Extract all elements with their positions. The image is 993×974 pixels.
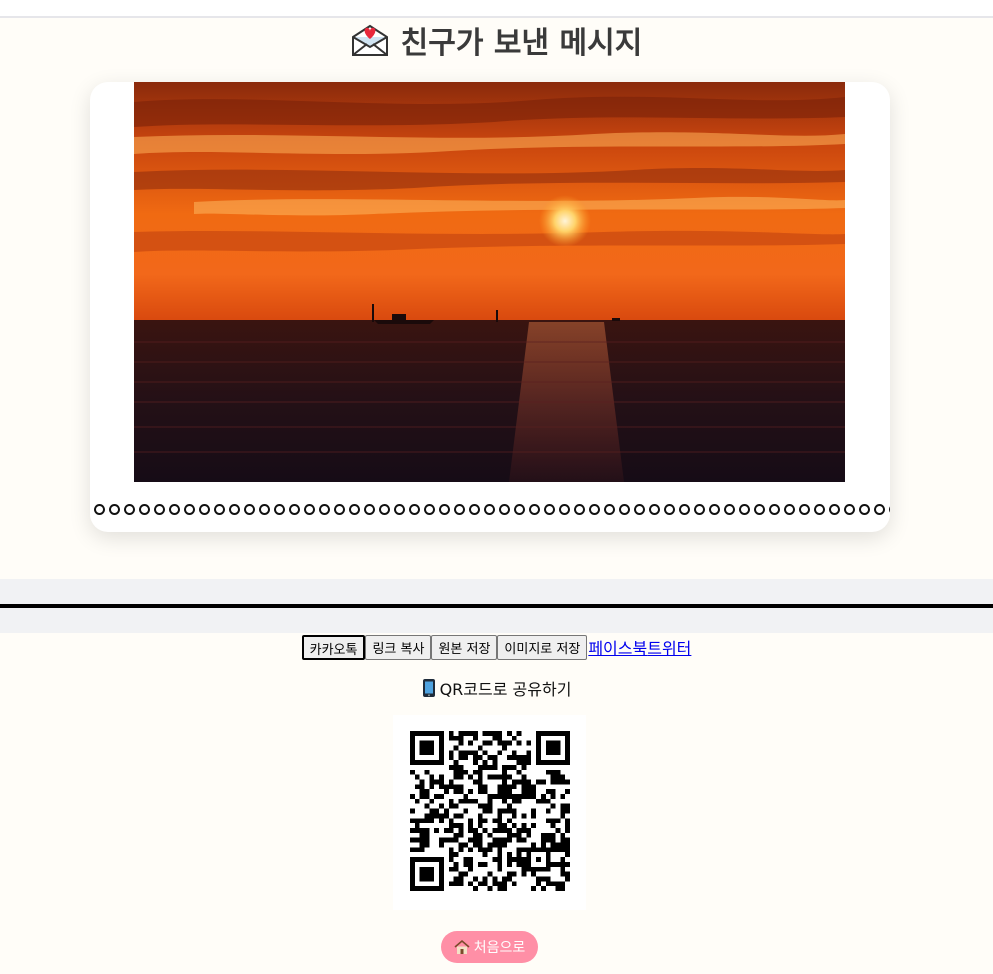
ring-dot <box>724 504 735 515</box>
ring-dot <box>319 504 330 515</box>
page-title: 친구가 보낸 메시지 <box>0 20 993 61</box>
ring-dot <box>349 504 360 515</box>
ring-dot <box>829 504 840 515</box>
ring-dot <box>394 504 405 515</box>
ring-dot <box>844 504 855 515</box>
ring-dot <box>574 504 585 515</box>
ring-dot <box>274 504 285 515</box>
ring-dot <box>139 504 150 515</box>
ring-dot <box>859 504 870 515</box>
message-card <box>90 82 890 532</box>
ring-dot <box>334 504 345 515</box>
ring-dot <box>244 504 255 515</box>
ring-dot <box>664 504 675 515</box>
save-as-image-button[interactable]: 이미지로 저장 <box>497 634 588 660</box>
mobile-phone-icon <box>422 679 435 697</box>
ring-dot <box>199 504 210 515</box>
ring-dot <box>259 504 270 515</box>
share-buttons: 카카오톡 링크 복사 원본 저장 이미지로 저장 페이스북 트위터 <box>0 634 993 660</box>
ring-dot <box>769 504 780 515</box>
ring-dot <box>364 504 375 515</box>
ring-dot <box>124 504 135 515</box>
ring-dot <box>589 504 600 515</box>
ring-dot <box>694 504 705 515</box>
save-original-button[interactable]: 원본 저장 <box>431 634 498 660</box>
ring-dot <box>484 504 495 515</box>
ring-dot <box>784 504 795 515</box>
ring-dot <box>154 504 165 515</box>
facebook-share-link[interactable]: 페이스북 <box>588 635 647 659</box>
ring-dot <box>94 504 105 515</box>
kakao-share-button[interactable]: 카카오톡 <box>301 634 366 660</box>
ring-dot <box>514 504 525 515</box>
ring-dot <box>229 504 240 515</box>
ring-dot <box>799 504 810 515</box>
ring-dot <box>814 504 825 515</box>
ring-dot <box>379 504 390 515</box>
qr-code-container <box>393 715 586 910</box>
ring-dots-border <box>94 504 890 518</box>
ring-dot <box>289 504 300 515</box>
ring-dot <box>559 504 570 515</box>
qr-share-heading: QR코드로 공유하기 <box>0 677 993 699</box>
ring-dot <box>634 504 645 515</box>
section-band-bottom <box>0 608 993 633</box>
sunset-over-sea-photo <box>134 82 845 482</box>
twitter-share-link[interactable]: 트위터 <box>647 635 691 659</box>
ring-dot <box>889 504 890 515</box>
ring-dot <box>169 504 180 515</box>
home-button[interactable]: 처음으로 <box>441 931 538 963</box>
ring-dot <box>619 504 630 515</box>
qr-share-label: QR코드로 공유하기 <box>439 680 572 699</box>
ring-dot <box>874 504 885 515</box>
section-band-top <box>0 579 993 604</box>
ring-dot <box>739 504 750 515</box>
page-title-text: 친구가 보낸 메시지 <box>400 26 643 61</box>
ring-dot <box>109 504 120 515</box>
ring-dot <box>499 504 510 515</box>
ring-dot <box>604 504 615 515</box>
ring-dot <box>409 504 420 515</box>
qr-code[interactable] <box>410 731 570 891</box>
ring-dot <box>439 504 450 515</box>
ring-dot <box>544 504 555 515</box>
ring-dot <box>679 504 690 515</box>
ring-dot <box>754 504 765 515</box>
ring-dot <box>304 504 315 515</box>
copy-link-button[interactable]: 링크 복사 <box>365 634 432 660</box>
ring-dot <box>214 504 225 515</box>
ring-dot <box>649 504 660 515</box>
ring-dot <box>469 504 480 515</box>
love-letter-icon <box>351 24 388 56</box>
ring-dot <box>529 504 540 515</box>
house-icon <box>454 939 470 954</box>
ring-dot <box>454 504 465 515</box>
home-button-label: 처음으로 <box>473 940 526 956</box>
ring-dot <box>709 504 720 515</box>
browser-top-bar <box>0 0 993 18</box>
ring-dot <box>184 504 195 515</box>
ring-dot <box>424 504 435 515</box>
